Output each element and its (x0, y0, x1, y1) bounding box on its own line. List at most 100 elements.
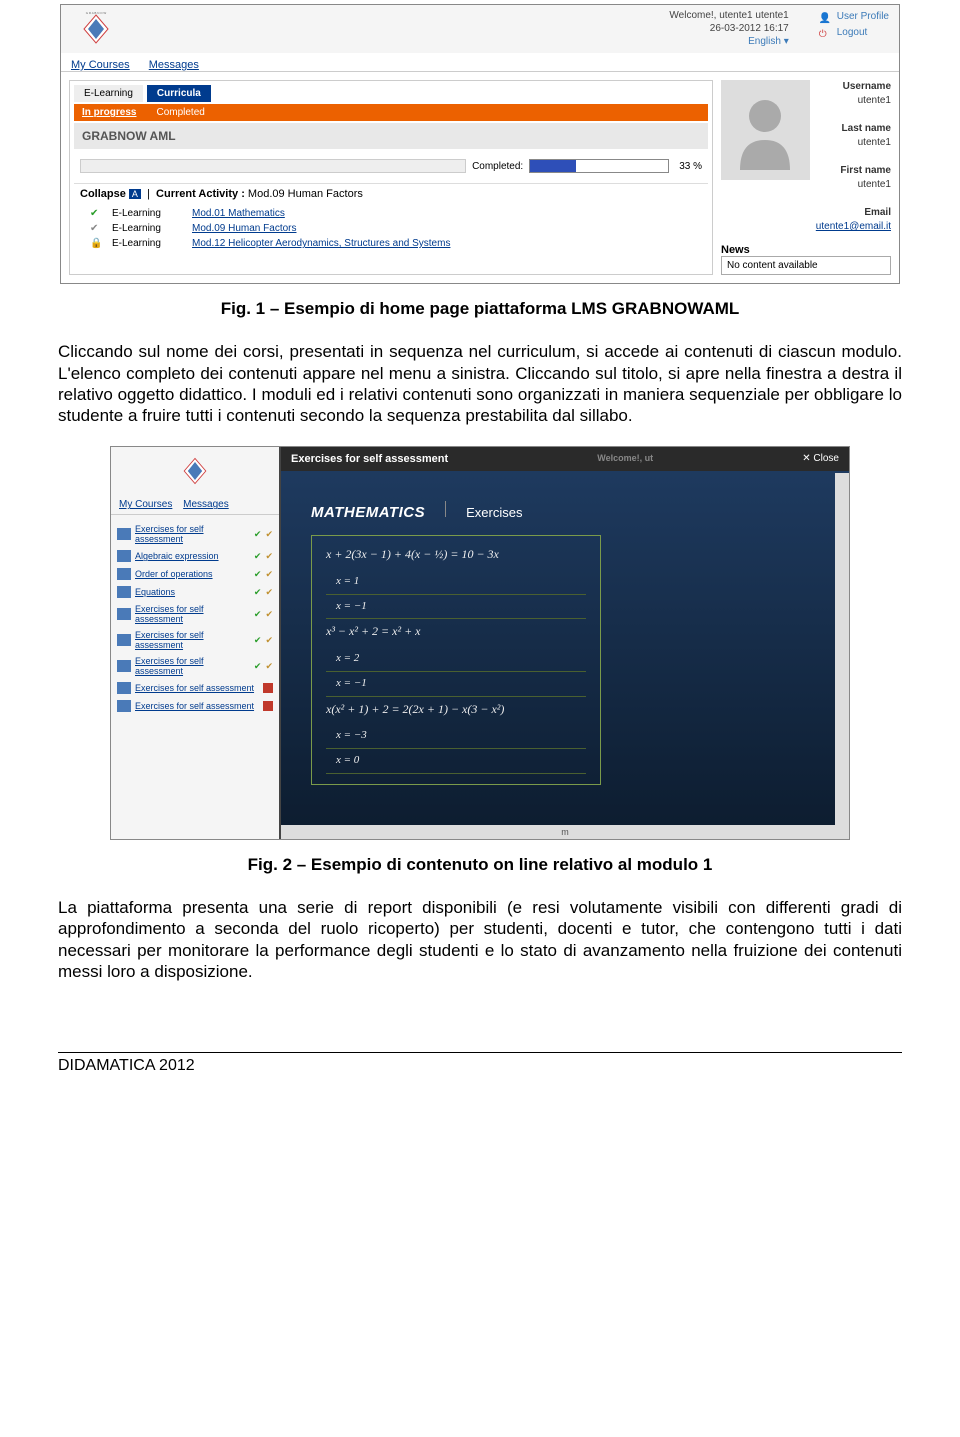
module-link[interactable]: Mod.09 Human Factors (192, 223, 297, 234)
book-icon (117, 586, 131, 598)
user-icon: 👤 (819, 11, 831, 23)
vertical-scrollbar[interactable] (835, 473, 849, 825)
check-gray-icon: ✔ (90, 223, 102, 234)
content-item-link[interactable]: Exercises for self assessment (135, 630, 250, 650)
date-text: 26-03-2012 16:17 (669, 22, 788, 35)
math-answer[interactable]: x = 1 (326, 572, 586, 595)
main-tabs: E-Learning Curricula (74, 85, 708, 102)
lms-logo: G R A B N O W (71, 9, 121, 49)
current-activity-label: Current Activity : (156, 188, 245, 200)
math-answer[interactable]: x = −1 (326, 674, 586, 697)
avatar (721, 80, 810, 180)
book-icon (117, 528, 131, 540)
content-messages-link[interactable]: Messages (183, 499, 229, 510)
check-green-icon: ✔ (254, 635, 262, 646)
content-nav: My Courses Messages (111, 495, 279, 515)
content-item-link[interactable]: Exercises for self assessment (135, 656, 250, 676)
check-green-icon: ✔ (254, 569, 262, 580)
paragraph-1: Cliccando sul nome dei corsi, presentati… (58, 341, 902, 426)
content-item-link[interactable]: Order of operations (135, 569, 250, 579)
module-link[interactable]: Mod.01 Mathematics (192, 208, 285, 219)
module-link[interactable]: Mod.12 Helicopter Aerodynamics, Structur… (192, 238, 450, 249)
username-label: Username (843, 81, 891, 92)
math-question: x³ − x² + 2 = x² + x (326, 621, 586, 643)
book-icon (117, 550, 131, 562)
check-green-icon: ✔ (254, 609, 262, 620)
module-type: E-Learning (112, 238, 182, 249)
figure1-caption: Fig. 1 – Esempio di home page piattaform… (58, 298, 902, 319)
email-value[interactable]: utente1@email.it (816, 221, 891, 232)
book-icon (117, 700, 131, 712)
lang-link[interactable]: English (748, 36, 781, 47)
messages-link[interactable]: Messages (149, 59, 199, 71)
firstname-label: First name (840, 165, 891, 176)
check-green-icon: ✔ (254, 661, 262, 672)
horizontal-scrollbar[interactable]: m (281, 825, 849, 839)
lms-header: G R A B N O W Welcome!, utente1 utente1 … (61, 5, 899, 53)
book-icon (117, 608, 131, 620)
main-panel: E-Learning Curricula In progress Complet… (69, 80, 713, 275)
content-item-link[interactable]: Algebraic expression (135, 551, 250, 561)
book-icon (117, 634, 131, 646)
math-answer[interactable]: x = −3 (326, 726, 586, 749)
progress-fill (530, 160, 576, 172)
math-answer[interactable]: x = −1 (326, 597, 586, 620)
separator (445, 501, 446, 517)
welcome-text: Welcome!, utente1 utente1 (669, 9, 788, 22)
subtab-inprogress[interactable]: In progress (82, 107, 136, 118)
progress-percent: 33 % (679, 161, 702, 172)
firstname-value: utente1 (858, 179, 891, 190)
book-icon (117, 568, 131, 580)
check-green-icon: ✔ (254, 587, 262, 598)
course-title: GRABNOW AML (74, 123, 708, 149)
paragraph-2: La piattaforma presenta una serie di rep… (58, 897, 902, 982)
content-item-link[interactable]: Exercises for self assessment (135, 524, 250, 544)
tab-elearning[interactable]: E-Learning (74, 85, 143, 102)
activity-row: Collapse A | Current Activity : Mod.09 H… (74, 183, 708, 204)
content-item-link[interactable]: Exercises for self assessment (135, 604, 250, 624)
tab-curricula[interactable]: Curricula (147, 85, 211, 102)
content-item-link[interactable]: Exercises for self assessment (135, 701, 259, 711)
stop-icon (263, 683, 273, 693)
book-icon (117, 682, 131, 694)
check-yellow-icon: ✔ (265, 635, 273, 646)
progress-empty-bar (80, 159, 466, 173)
check-green-icon: ✔ (254, 551, 262, 562)
check-yellow-icon: ✔ (265, 661, 273, 672)
email-label: Email (864, 207, 891, 218)
svg-text:G R A B N O W: G R A B N O W (86, 11, 107, 15)
collapse-label[interactable]: Collapse (80, 188, 126, 200)
content-item-link[interactable]: Exercises for self assessment (135, 683, 259, 693)
exercises-heading: Exercises (466, 505, 522, 520)
top-nav: My Courses Messages (61, 53, 899, 72)
lms-screenshot: G R A B N O W Welcome!, utente1 utente1 … (60, 4, 900, 284)
subtab-completed[interactable]: Completed (156, 107, 204, 118)
content-item-link[interactable]: Equations (135, 587, 250, 597)
completed-label: Completed: (472, 161, 523, 172)
module-type: E-Learning (112, 223, 182, 234)
math-question: x(x² + 1) + 2 = 2(2x + 1) − x(3 − x²) (326, 699, 586, 721)
logout-link[interactable]: Logout (837, 25, 868, 41)
logout-icon: ⏻ (819, 27, 831, 39)
collapse-icon[interactable]: A (129, 189, 141, 199)
close-button[interactable]: ✕ Close (802, 453, 839, 465)
my-courses-link[interactable]: My Courses (71, 59, 130, 71)
content-courses-link[interactable]: My Courses (119, 499, 172, 510)
math-box: x + 2(3x − 1) + 4(x − ½) = 10 − 3xx = 1x… (311, 535, 601, 785)
math-answer[interactable]: x = 2 (326, 649, 586, 672)
figure2-caption: Fig. 2 – Esempio di contenuto on line re… (58, 854, 902, 875)
math-answer[interactable]: x = 0 (326, 751, 586, 774)
user-profile-link[interactable]: User Profile (837, 9, 889, 25)
check-yellow-icon: ✔ (265, 569, 273, 580)
math-heading: MATHEMATICS (311, 504, 425, 521)
welcome-block: Welcome!, utente1 utente1 26-03-2012 16:… (669, 9, 788, 48)
book-icon (117, 660, 131, 672)
content-item-list: Exercises for self assessment✔✔Algebraic… (111, 515, 279, 721)
content-logo (111, 447, 279, 495)
lock-icon: 🔒 (90, 238, 102, 249)
check-yellow-icon: ✔ (265, 587, 273, 598)
user-info: Username utente1 Last name utente1 First… (816, 80, 891, 234)
current-activity: Mod.09 Human Factors (248, 188, 363, 200)
module-type: E-Learning (112, 208, 182, 219)
progress-bar (529, 159, 669, 173)
